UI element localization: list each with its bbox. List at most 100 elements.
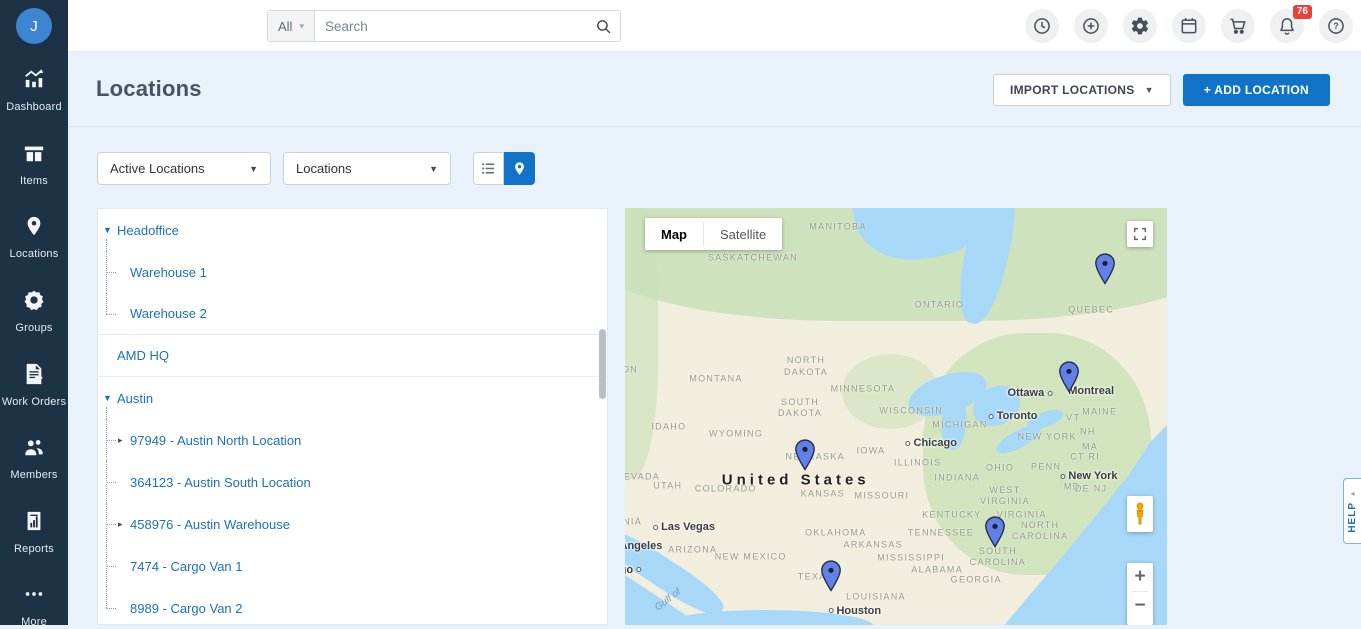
type-filter-value: Locations [296, 161, 352, 176]
sidebar-item-label: Dashboard [6, 101, 62, 114]
sidebar-item-more[interactable]: More [0, 583, 68, 629]
tree-item-link[interactable]: 7474 - Cargo Van 1 [130, 559, 243, 574]
tree-connector [106, 251, 118, 293]
map-pin-1[interactable] [1095, 253, 1116, 290]
notifications-button[interactable]: 76 [1270, 9, 1304, 43]
sidebar-nav: Dashboard Items Locations Groups Work Orders… [0, 52, 68, 629]
cart-button[interactable] [1221, 9, 1255, 43]
tree-item-458976-austin-warehouse[interactable]: ▸458976 - Austin Warehouse [98, 503, 607, 545]
pegman-button[interactable] [1127, 496, 1153, 532]
map-type-satellite-button[interactable]: Satellite [704, 218, 782, 250]
map-canvas[interactable]: MANITOBASASKATCHEWANONTARIOQUEBECMONTANA… [625, 208, 1167, 625]
map-pin-icon [512, 161, 527, 176]
city-name: Houston [836, 605, 881, 617]
help-button[interactable]: ? [1319, 9, 1353, 43]
sidebar-item-label: More [21, 616, 47, 629]
pegman-icon [1132, 501, 1148, 527]
city-label-houston: Houston [828, 605, 881, 617]
tree-item-link[interactable]: 458976 - Austin Warehouse [130, 517, 290, 532]
tree-item-amd-hq[interactable]: AMD HQ [98, 335, 607, 377]
tree-item-link[interactable]: 8989 - Cargo Van 2 [130, 601, 243, 616]
calendar-button[interactable] [1172, 9, 1206, 43]
collapse-toggle-icon[interactable]: ▼ [103, 393, 115, 403]
map-pin-3[interactable] [794, 439, 815, 476]
sidebar-item-reports[interactable]: Reports [0, 510, 68, 556]
list-view-button[interactable] [473, 152, 504, 185]
history-button[interactable] [1025, 9, 1059, 43]
city-label-ottawa: Ottawa [1008, 387, 1053, 399]
location-type-filter[interactable]: Locations ▼ [283, 152, 451, 185]
tree-item-364123-austin-south-location[interactable]: 364123 - Austin South Location [98, 461, 607, 503]
tree-item-link[interactable]: Austin [117, 391, 153, 406]
state-label-nia: NIA [625, 516, 642, 527]
settings-button[interactable] [1123, 9, 1157, 43]
fullscreen-icon [1132, 226, 1148, 242]
state-label-north-dakota: NORTH DAKOTA [784, 355, 828, 378]
zoom-in-button[interactable]: + [1127, 563, 1153, 591]
user-avatar[interactable]: J [16, 8, 52, 44]
state-label-kansas: KANSAS [801, 488, 845, 499]
help-tab[interactable]: ◂ HELP [1343, 478, 1361, 544]
chevron-down-icon: ▾ [299, 21, 304, 32]
state-label-iowa: IOWA [857, 445, 886, 456]
sidebar-item-items[interactable]: Items [0, 142, 68, 188]
sidebar-item-members[interactable]: Members [0, 436, 68, 482]
state-label-utah: UTAH [653, 481, 682, 492]
tree-connector [106, 419, 118, 461]
search-scope-dropdown[interactable]: All ▾ [268, 11, 315, 41]
sidebar-item-label: Locations [10, 248, 59, 261]
expand-toggle-icon[interactable]: ▸ [118, 519, 128, 530]
tree-item-austin[interactable]: ▼Austin [98, 377, 607, 419]
state-label-saskatchewan: SASKATCHEWAN [708, 252, 798, 263]
groups-icon [23, 289, 45, 316]
search-scope-label: All [278, 19, 292, 34]
tree-item-link[interactable]: Headoffice [117, 223, 179, 238]
zoom-out-button[interactable]: − [1127, 592, 1153, 620]
add-button[interactable] [1074, 9, 1108, 43]
sidebar-item-work-orders[interactable]: Work Orders [0, 363, 68, 409]
tree-item-headoffice[interactable]: ▼Headoffice [98, 209, 607, 251]
notifications-icon [1277, 16, 1297, 36]
tree-item-link[interactable]: 364123 - Austin South Location [130, 475, 311, 490]
add-icon [1081, 16, 1101, 36]
sidebar: J Dashboard Items Locations Groups Work Orde… [0, 0, 68, 625]
tree-item-warehouse-1[interactable]: Warehouse 1 [98, 251, 607, 293]
sidebar-item-locations[interactable]: Locations [0, 215, 68, 261]
state-label-indiana: INDIANA [934, 472, 980, 483]
notification-badge: 76 [1293, 5, 1312, 19]
add-location-button[interactable]: + ADD LOCATION [1183, 74, 1330, 106]
zoom-control: + − [1127, 563, 1153, 625]
search-icon[interactable] [586, 18, 620, 35]
city-dot [653, 525, 658, 530]
tree-item-97949-austin-north-location[interactable]: ▸97949 - Austin North Location [98, 419, 607, 461]
tree-item-7474-cargo-van-1[interactable]: 7474 - Cargo Van 1 [98, 545, 607, 587]
map-pin-5[interactable] [820, 560, 841, 597]
chevron-down-icon: ▼ [1145, 85, 1154, 95]
tree-item-link[interactable]: Warehouse 1 [130, 265, 207, 280]
tree-scrollbar[interactable] [599, 329, 606, 399]
city-dot [828, 608, 833, 613]
tree-connector [106, 461, 118, 503]
map-view-button[interactable] [504, 152, 535, 185]
tree-item-link[interactable]: AMD HQ [117, 348, 169, 363]
tree-item-link[interactable]: Warehouse 2 [130, 306, 207, 321]
sidebar-item-groups[interactable]: Groups [0, 289, 68, 335]
location-status-filter[interactable]: Active Locations ▼ [97, 152, 271, 185]
fullscreen-button[interactable] [1127, 221, 1153, 247]
import-locations-button[interactable]: IMPORT LOCATIONS ▼ [993, 74, 1171, 106]
city-dot [906, 441, 911, 446]
map-pin-2[interactable] [1058, 361, 1079, 398]
state-label-nh: NH [1080, 426, 1096, 437]
tree-item-8989-cargo-van-2[interactable]: 8989 - Cargo Van 2 [98, 587, 607, 629]
collapse-toggle-icon[interactable]: ▼ [103, 225, 115, 235]
city-name: New York [1068, 470, 1117, 482]
search-input[interactable] [315, 19, 586, 34]
tree-item-warehouse-2[interactable]: Warehouse 2 [98, 293, 607, 335]
tree-item-link[interactable]: 97949 - Austin North Location [130, 433, 301, 448]
topbar-actions: 76? [1025, 9, 1353, 43]
sidebar-item-dashboard[interactable]: Dashboard [0, 68, 68, 114]
svg-text:?: ? [1333, 21, 1338, 31]
expand-toggle-icon[interactable]: ▸ [118, 435, 128, 446]
map-type-map-button[interactable]: Map [645, 218, 703, 250]
map-pin-4[interactable] [985, 516, 1006, 553]
